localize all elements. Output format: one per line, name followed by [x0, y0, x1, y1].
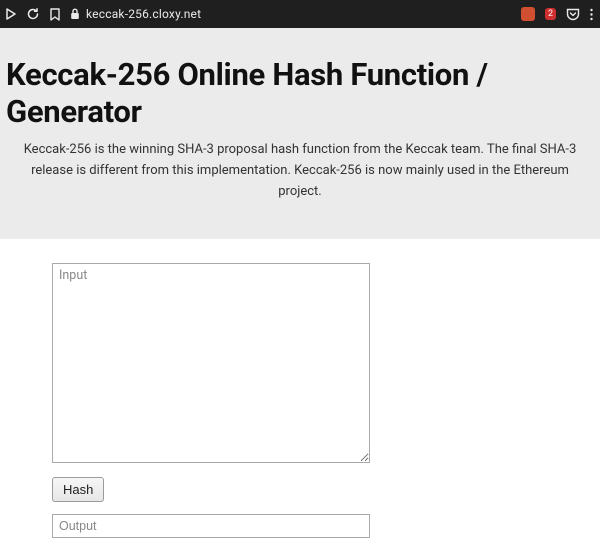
menu-icon[interactable] [590, 8, 594, 21]
input-textarea[interactable] [52, 263, 370, 463]
lock-icon [70, 8, 80, 20]
hash-button[interactable]: Hash [52, 477, 104, 502]
notification-badge[interactable]: 2 [545, 8, 556, 20]
url-text: keccak-256.cloxy.net [86, 7, 201, 21]
bookmark-icon[interactable] [50, 8, 60, 21]
hash-form: Hash [0, 239, 600, 548]
reload-icon[interactable] [26, 7, 40, 21]
output-field[interactable] [52, 514, 370, 538]
pocket-icon[interactable] [566, 8, 580, 21]
page-description: Keccak-256 is the winning SHA-3 proposal… [6, 140, 594, 202]
page-title: Keccak-256 Online Hash Function / Genera… [6, 56, 594, 130]
play-icon[interactable] [6, 8, 16, 20]
brave-shields-icon[interactable] [521, 7, 535, 21]
browser-toolbar: keccak-256.cloxy.net 2 [0, 0, 600, 28]
address-bar[interactable]: keccak-256.cloxy.net [70, 7, 201, 21]
hero-header: Keccak-256 Online Hash Function / Genera… [0, 28, 600, 239]
